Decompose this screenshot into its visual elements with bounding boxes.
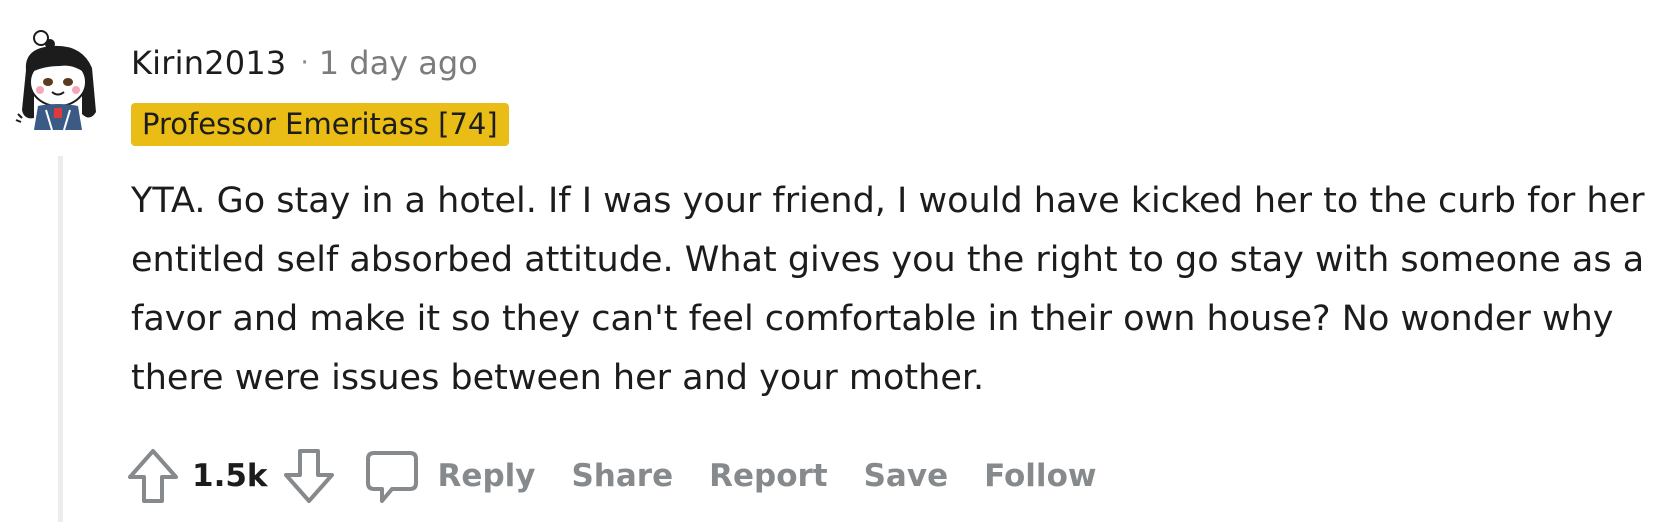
vote-score: 1.5k [192,458,268,494]
comment-bubble-icon[interactable] [364,447,420,505]
separator-dot: · [300,48,309,78]
comment-body: YTA. Go stay in a hotel. If I was your f… [131,172,1671,408]
follow-button[interactable]: Follow [984,458,1096,494]
save-button[interactable]: Save [864,458,948,494]
comment: Kirin2013 · 1 day ago Professor Emeritas… [0,0,1676,522]
share-button[interactable]: Share [571,458,673,494]
comment-text: YTA. Go stay in a hotel. If I was your f… [131,181,1645,398]
username-link[interactable]: Kirin2013 [131,44,286,82]
timestamp[interactable]: 1 day ago [319,44,478,82]
upvote-arrow-icon[interactable] [126,447,180,505]
comment-header: Kirin2013 · 1 day ago [131,44,478,82]
downvote-arrow-icon[interactable] [282,447,336,505]
report-button[interactable]: Report [709,458,828,494]
action-bar: 1.5k Reply Share Report Save Follow [126,446,1097,506]
reply-button[interactable]: Reply [438,458,536,494]
user-flair: Professor Emeritass [74] [131,103,509,146]
avatar[interactable] [12,26,108,132]
thread-line[interactable] [58,156,63,522]
